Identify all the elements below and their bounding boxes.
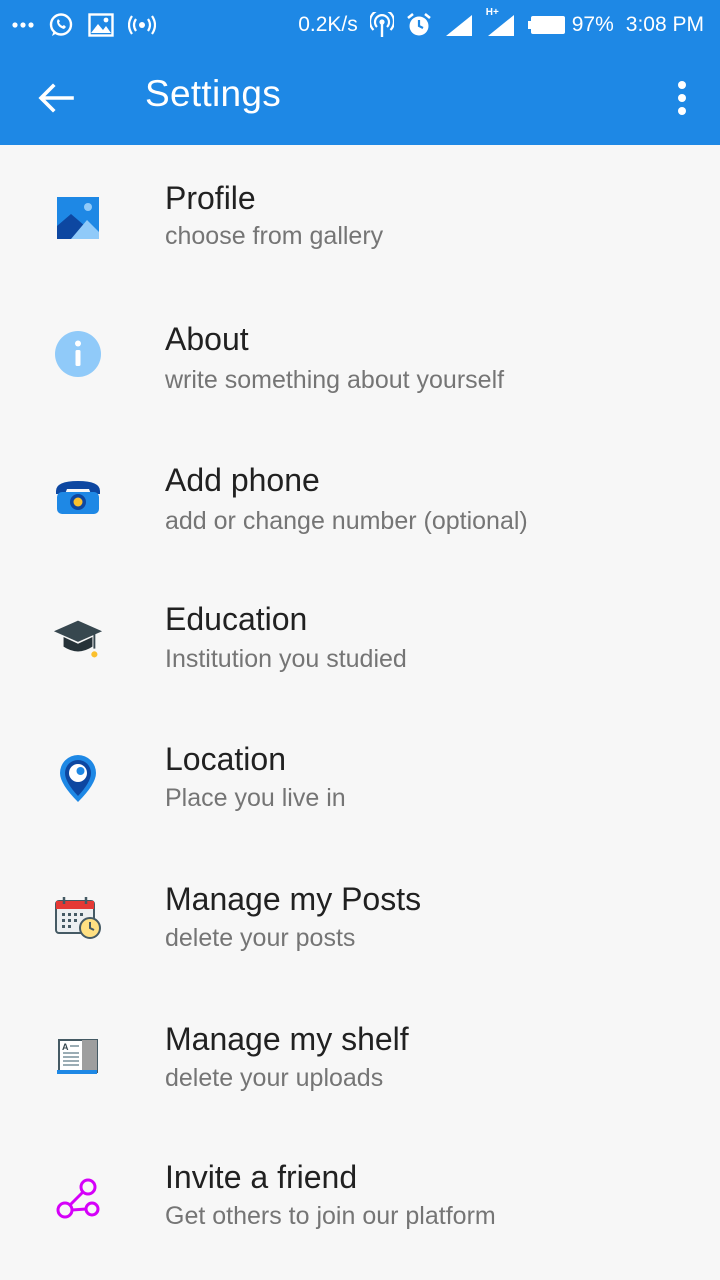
- settings-item-title: Invite a friend: [165, 1159, 358, 1195]
- more-vert-icon: [678, 81, 686, 115]
- settings-item-title: Education: [165, 601, 308, 637]
- settings-item-manage-shelf[interactable]: A Manage my shelf delete your uploads: [0, 985, 720, 1125]
- settings-item-title: About: [165, 321, 249, 357]
- graduation-cap-icon: [52, 612, 104, 664]
- back-button[interactable]: [36, 78, 76, 118]
- more-dots-icon: [12, 22, 34, 28]
- app-bar: Settings: [0, 50, 720, 145]
- settings-item-title: Location: [165, 741, 286, 777]
- settings-item-subtitle: Place you live in: [165, 784, 346, 812]
- share-network-icon: [52, 1172, 104, 1224]
- network-type-text: H+: [485, 7, 499, 18]
- location-pin-icon: [52, 753, 104, 805]
- settings-item-subtitle: delete your uploads: [165, 1064, 384, 1092]
- settings-list: Profile choose from gallery About write …: [0, 145, 720, 1265]
- page-title: Settings: [145, 73, 282, 114]
- calendar-clock-icon: [52, 892, 104, 944]
- signal-icon: [444, 13, 474, 37]
- arrow-back-icon: [38, 83, 74, 113]
- svg-text:A: A: [62, 1042, 69, 1052]
- image-icon: [88, 13, 114, 37]
- status-bar: 0.2K/s H+ 97% 3:08 PM: [0, 0, 720, 50]
- settings-item-profile[interactable]: Profile choose from gallery: [0, 145, 720, 285]
- info-icon: [52, 328, 104, 380]
- hotspot-icon: [369, 12, 394, 38]
- settings-item-subtitle: Get others to join our platform: [165, 1202, 496, 1230]
- status-bar-right: 0.2K/s H+ 97% 3:08 PM: [298, 7, 704, 38]
- gallery-image-icon: [52, 192, 104, 244]
- settings-item-subtitle: Institution you studied: [165, 645, 407, 673]
- settings-item-education[interactable]: Education Institution you studied: [0, 565, 720, 705]
- settings-item-subtitle: add or change number (optional): [165, 507, 528, 535]
- settings-item-subtitle: delete your posts: [165, 924, 356, 952]
- overflow-menu-button[interactable]: [670, 76, 694, 120]
- telephone-icon: [52, 471, 104, 523]
- settings-item-manage-posts[interactable]: Manage my Posts delete your posts: [0, 845, 720, 985]
- settings-item-add-phone[interactable]: Add phone add or change number (optional…: [0, 425, 720, 565]
- whatsapp-icon: [48, 12, 74, 38]
- signal-hplus-icon: H+: [486, 7, 516, 37]
- radio-broadcast-icon: [128, 14, 156, 36]
- alarm-icon: [406, 12, 432, 38]
- settings-item-subtitle: choose from gallery: [165, 222, 384, 250]
- settings-item-invite-friend[interactable]: Invite a friend Get others to join our p…: [0, 1125, 720, 1265]
- book-icon: A: [52, 1030, 104, 1082]
- net-speed-text: 0.2K/s: [298, 13, 358, 36]
- settings-item-about[interactable]: About write something about yourself: [0, 285, 720, 425]
- settings-item-title: Manage my Posts: [165, 881, 422, 917]
- settings-item-title: Profile: [165, 180, 256, 216]
- clock-text: 3:08 PM: [625, 13, 704, 36]
- status-bar-left: [12, 12, 156, 38]
- settings-item-subtitle: write something about yourself: [165, 366, 505, 394]
- battery-indicator: 97%: [527, 13, 614, 37]
- battery-icon: [527, 16, 565, 34]
- settings-item-title: Manage my shelf: [165, 1021, 409, 1057]
- settings-item-title: Add phone: [165, 462, 320, 498]
- settings-item-location[interactable]: Location Place you live in: [0, 705, 720, 845]
- battery-percent-text: 97%: [571, 13, 614, 36]
